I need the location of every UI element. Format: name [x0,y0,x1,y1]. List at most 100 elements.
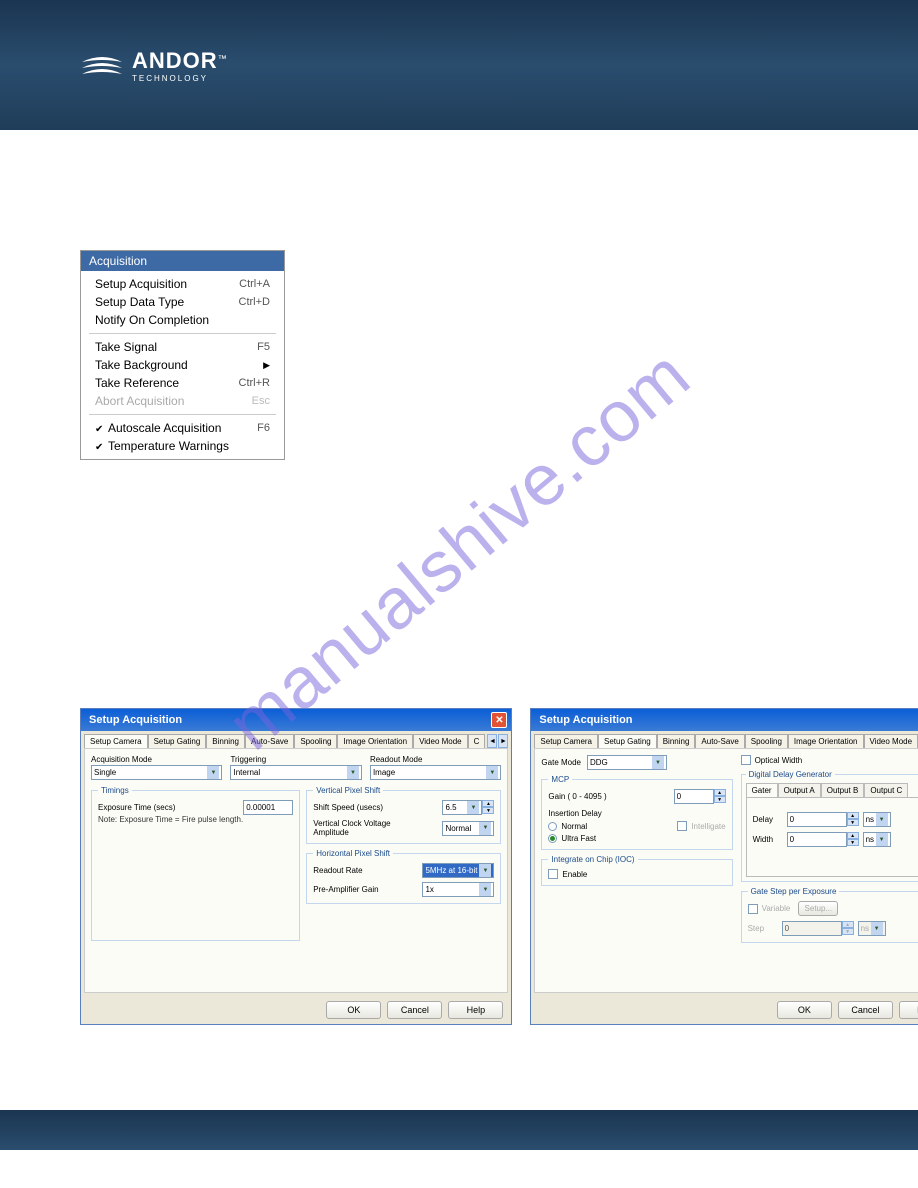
spinner-down[interactable]: ▼ [482,807,494,814]
vcv-label: Vertical Clock Voltage Amplitude [313,819,403,837]
brand-logo: ANDOR™ TECHNOLOGY [80,48,227,83]
menu-title: Acquisition [81,251,284,271]
tab-binning[interactable]: Binning [206,734,245,748]
dropdown-icon [876,813,888,826]
menu-autoscale[interactable]: ✔Autoscale AcquisitionF6 [81,419,284,437]
tab-scroll-right[interactable]: ► [498,734,508,748]
readout-mode-select[interactable]: Image [370,765,501,780]
dialog-tabs: Setup Camera Setup Gating Binning Auto-S… [531,731,918,748]
menu-take-signal[interactable]: Take SignalF5 [81,338,284,356]
tab-setup-gating[interactable]: Setup Gating [598,734,657,748]
dialog-title: Setup Acquisition [539,714,632,726]
step-label: Step [748,924,778,933]
menu-temp-warnings[interactable]: ✔Temperature Warnings [81,437,284,455]
gate-mode-select[interactable]: DDG [587,755,667,770]
ddg-tab-output-b[interactable]: Output B [821,783,865,797]
menu-take-background[interactable]: Take Background▶ [81,356,284,374]
ddg-tab-output-a[interactable]: Output A [778,783,821,797]
help-button[interactable]: Help [448,1001,503,1019]
menu-setup-acquisition[interactable]: Setup AcquisitionCtrl+A [81,275,284,293]
acq-mode-select[interactable]: Single [91,765,222,780]
spinner-up[interactable]: ▲ [847,832,859,839]
tab-binning[interactable]: Binning [657,734,696,748]
ddg-tab-output-c[interactable]: Output C [864,783,908,797]
readout-rate-select[interactable]: 5MHz at 16-bit [422,863,494,878]
tab-video-mode[interactable]: Video Mode [413,734,468,748]
delay-label: Delay [753,815,783,824]
cancel-button[interactable]: Cancel [838,1001,893,1019]
gain-input[interactable] [674,789,714,804]
ultrafast-radio[interactable] [548,834,557,843]
ddg-tab-gater[interactable]: Gater [746,783,778,797]
preamp-label: Pre-Amplifier Gain [313,885,378,894]
spinner-up[interactable]: ▲ [847,812,859,819]
ioc-enable-checkbox[interactable] [548,869,558,879]
delay-input[interactable] [787,812,847,827]
tab-setup-camera[interactable]: Setup Camera [84,734,148,748]
help-button[interactable]: Help [899,1001,918,1019]
dropdown-icon [479,883,491,896]
tab-auto-save[interactable]: Auto-Save [695,734,744,748]
tab-spooling[interactable]: Spooling [745,734,788,748]
delay-unit-select[interactable]: ns [863,812,891,827]
gate-step-legend: Gate Step per Exposure [748,887,840,896]
tab-scroll-left[interactable]: ◄ [487,734,497,748]
spinner-down[interactable]: ▼ [847,819,859,826]
menu-setup-data-type[interactable]: Setup Data TypeCtrl+D [81,293,284,311]
spinner-up[interactable]: ▲ [714,789,726,796]
watermark-text: manualshive.com [212,334,705,767]
acq-mode-label: Acquisition Mode [91,755,222,764]
exposure-label: Exposure Time (secs) [98,803,175,812]
dropdown-icon [876,833,888,846]
dropdown-icon [207,766,219,779]
menu-notify-completion[interactable]: Notify On Completion [81,311,284,329]
menu-take-reference[interactable]: Take ReferenceCtrl+R [81,374,284,392]
optical-width-checkbox[interactable] [741,755,751,765]
dropdown-icon [479,864,491,877]
dialog-titlebar: Setup Acquisition ✕ [531,709,918,731]
check-icon: ✔ [95,442,105,453]
vcv-select[interactable]: Normal [442,821,494,836]
ok-button[interactable]: OK [777,1001,832,1019]
tab-overflow[interactable]: C [468,734,486,748]
cancel-button[interactable]: Cancel [387,1001,442,1019]
dialog-tabs: Setup Camera Setup Gating Binning Auto-S… [81,731,511,748]
andor-logo-icon [80,50,124,80]
readout-rate-label: Readout Rate [313,866,362,875]
page-footer [0,1110,918,1150]
setup-acquisition-dialog-camera: Setup Acquisition ✕ Setup Camera Setup G… [80,708,512,1025]
spinner-down[interactable]: ▼ [714,796,726,803]
check-icon: ✔ [95,424,105,435]
tab-setup-camera[interactable]: Setup Camera [534,734,598,748]
tab-video-mode[interactable]: Video Mode [864,734,918,748]
preamp-select[interactable]: 1x [422,882,494,897]
acquisition-menu: Acquisition Setup AcquisitionCtrl+A Setu… [80,250,285,460]
width-input[interactable] [787,832,847,847]
ddg-legend: Digital Delay Generator [746,770,835,779]
tab-image-orientation[interactable]: Image Orientation [337,734,413,748]
exposure-input[interactable] [243,800,293,815]
dropdown-icon [347,766,359,779]
setup-button: Setup... [798,901,838,916]
normal-radio[interactable] [548,822,557,831]
spinner-up[interactable]: ▲ [482,800,494,807]
setup-acquisition-dialog-gating: Setup Acquisition ✕ Setup Camera Setup G… [530,708,918,1025]
hps-legend: Horizontal Pixel Shift [313,849,393,858]
close-button[interactable]: ✕ [491,712,507,728]
step-unit-select: ns [858,921,886,936]
shift-speed-select[interactable]: 6.5 [442,800,482,815]
tab-image-orientation[interactable]: Image Orientation [788,734,864,748]
spinner-down: ▼ [842,928,854,935]
brand-subtitle: TECHNOLOGY [132,74,227,83]
spinner-down[interactable]: ▼ [847,839,859,846]
tab-setup-gating[interactable]: Setup Gating [148,734,207,748]
tab-auto-save[interactable]: Auto-Save [245,734,294,748]
width-unit-select[interactable]: ns [863,832,891,847]
ok-button[interactable]: OK [326,1001,381,1019]
tab-spooling[interactable]: Spooling [294,734,337,748]
width-label: Width [753,835,783,844]
submenu-arrow-icon: ▶ [263,360,270,371]
brand-tm: ™ [218,53,227,63]
triggering-select[interactable]: Internal [230,765,361,780]
dropdown-icon [467,801,479,814]
